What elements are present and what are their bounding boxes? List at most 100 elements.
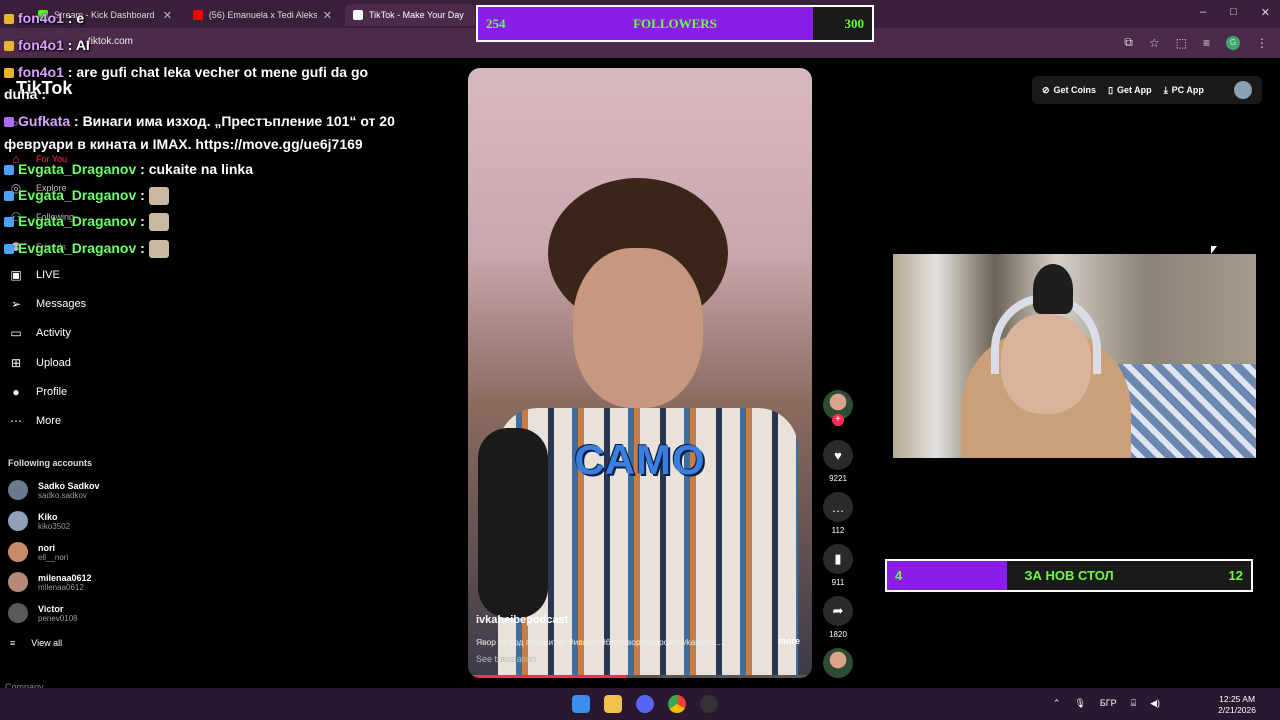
sound-avatar-button[interactable]: [822, 648, 854, 678]
chrome-icon[interactable]: [668, 695, 686, 713]
chat-message: Gufkata : Винаги има изход. „Престъплени…: [4, 109, 404, 133]
avatar: [8, 603, 28, 623]
network-icon[interactable]: ⌸: [1131, 698, 1136, 709]
chat-message: Evgata_Draganov :: [4, 209, 404, 233]
emote-icon: [148, 240, 169, 259]
like-button[interactable]: ♥ 9221: [822, 440, 854, 483]
like-count: 9221: [829, 474, 847, 483]
share-button[interactable]: ➦ 1820: [822, 596, 854, 639]
maximize-icon[interactable]: □: [1230, 6, 1237, 19]
view-all-link[interactable]: ≡ View all: [10, 638, 62, 648]
get-app-button[interactable]: ▯ Get App: [1108, 85, 1152, 96]
following-account[interactable]: milenaa0612 milenaa0612: [8, 572, 92, 592]
discord-icon[interactable]: [636, 695, 654, 713]
get-coins-button[interactable]: ⊘ Get Coins: [1042, 85, 1096, 96]
crown-badge-icon: [4, 41, 14, 52]
chat-message: Evgata_Draganov :: [4, 183, 404, 207]
windows-taskbar: ⌃ 🎙 БГР ⌸ ◀) 12:25 AM 2/21/2026: [0, 688, 1280, 720]
nav-messages[interactable]: ➢ Messages: [8, 297, 86, 311]
followers-label: FOLLOWERS: [633, 16, 717, 31]
video-description: Явор за под прикритие #ивкабейбе #яворба…: [476, 637, 724, 647]
mouse-cursor-icon: [1211, 246, 1217, 254]
profile-icon: ●: [12, 385, 20, 399]
description-more-button[interactable]: more: [778, 636, 800, 646]
following-account[interactable]: Victor penev0108: [8, 603, 78, 623]
install-app-icon[interactable]: ⧉: [1124, 35, 1133, 50]
video-progress-bar[interactable]: [468, 675, 812, 678]
taskbar-apps: [572, 695, 718, 713]
profile-avatar-icon[interactable]: G: [1226, 35, 1240, 50]
taskbar-clock[interactable]: 12:25 AM 2/21/2026: [1218, 694, 1256, 716]
sub-badge-icon: [4, 117, 14, 128]
chat-message-continuation: февруари в кината и IMAX. https://move.g…: [4, 136, 363, 152]
windows-start-icon[interactable]: [572, 695, 590, 713]
chat-message: fon4o1 : e: [4, 6, 404, 30]
upload-icon: ⊞: [10, 356, 22, 370]
nav-activity[interactable]: ▭ Activity: [8, 326, 71, 340]
nav-profile[interactable]: ● Profile: [8, 385, 67, 399]
desk-goal-label: ЗА НОВ СТОЛ: [1024, 568, 1114, 583]
video-player[interactable]: САМО ivkabeibepodcast Явор за под прикри…: [468, 68, 812, 678]
toolbar-icons: ⧉ ☆ ⬚ ≡ G ⋮: [1124, 35, 1268, 50]
verified-badge-icon: [4, 191, 14, 202]
menu-kebab-icon[interactable]: ⋮: [1256, 36, 1268, 50]
comment-count: 112: [831, 526, 845, 535]
verified-badge-icon: [4, 217, 14, 228]
activity-icon: ▭: [10, 326, 22, 340]
video-subject-face: [573, 248, 703, 408]
nav-upload[interactable]: ⊞ Upload: [8, 356, 71, 370]
following-accounts-title: Following accounts: [8, 458, 93, 468]
avatar: [8, 511, 28, 531]
download-icon: ⤓: [1163, 84, 1168, 95]
window-controls: – □ ✕: [1200, 6, 1270, 19]
more-icon: ⋯: [10, 414, 22, 428]
following-account[interactable]: Sadko Sadkov sadko.sadkov: [8, 480, 100, 500]
pc-app-button[interactable]: ⤓ PC App: [1164, 85, 1204, 96]
nav-live[interactable]: ▣ LIVE: [8, 268, 60, 282]
chat-message: fon4o1 : are gufi chat leka vecher ot me…: [4, 60, 404, 84]
bookmark-star-icon[interactable]: ☆: [1149, 36, 1160, 50]
following-account[interactable]: Kiko kiko3502: [8, 511, 70, 531]
follow-plus-icon[interactable]: +: [832, 414, 844, 426]
minimize-icon[interactable]: –: [1200, 6, 1206, 19]
verified-badge-icon: [4, 244, 14, 255]
chat-message-continuation: duha :: [4, 86, 46, 102]
profile-avatar-icon[interactable]: [1234, 81, 1252, 99]
microphone-icon[interactable]: 🎙: [1074, 698, 1085, 709]
video-author-link[interactable]: ivkabeibepodcast: [476, 614, 568, 626]
webcam-overlay: [893, 254, 1256, 458]
avatar: [823, 648, 853, 678]
share-count: 1820: [829, 630, 847, 639]
file-explorer-icon[interactable]: [604, 695, 622, 713]
obs-icon[interactable]: [700, 695, 718, 713]
followers-target: 300: [844, 16, 865, 31]
webcam-plush-toy: [1033, 264, 1073, 314]
live-icon: ▣: [10, 268, 22, 282]
system-tray: ⌃ 🎙 БГР ⌸ ◀): [1053, 698, 1160, 709]
send-icon: ➢: [10, 297, 22, 311]
desk-goal-bar: 4 ЗА НОВ СТОЛ 12: [885, 559, 1253, 592]
avatar: [8, 542, 28, 562]
followers-goal-bar: 254 FOLLOWERS 300: [476, 5, 874, 42]
chat-message: Evgata_Draganov : cukaite na linka: [4, 157, 404, 181]
save-button[interactable]: ▮ 911: [822, 544, 854, 587]
volume-icon[interactable]: ◀): [1150, 698, 1160, 709]
emote-icon: [148, 213, 169, 232]
list-icon: ≡: [10, 638, 16, 648]
language-indicator[interactable]: БГР: [1100, 698, 1117, 709]
chevron-up-icon[interactable]: ⌃: [1053, 698, 1061, 709]
desk-goal-target: 12: [1228, 568, 1243, 583]
see-translation-link[interactable]: See translation: [476, 654, 536, 664]
following-account[interactable]: nori ell__nori: [8, 542, 68, 562]
crown-badge-icon: [4, 68, 14, 79]
nav-more[interactable]: ⋯ More: [8, 414, 61, 428]
media-icon[interactable]: ≡: [1203, 36, 1210, 50]
share-arrow-icon: ➦: [823, 596, 853, 626]
author-avatar-button[interactable]: +: [822, 390, 854, 426]
emote-icon: [148, 187, 169, 206]
chat-message: fon4o1 : AI: [4, 33, 404, 57]
comment-button[interactable]: … 112: [822, 492, 854, 535]
close-window-icon[interactable]: ✕: [1261, 6, 1270, 19]
extensions-icon[interactable]: ⬚: [1176, 36, 1187, 50]
video-caption: САМО: [574, 436, 706, 483]
